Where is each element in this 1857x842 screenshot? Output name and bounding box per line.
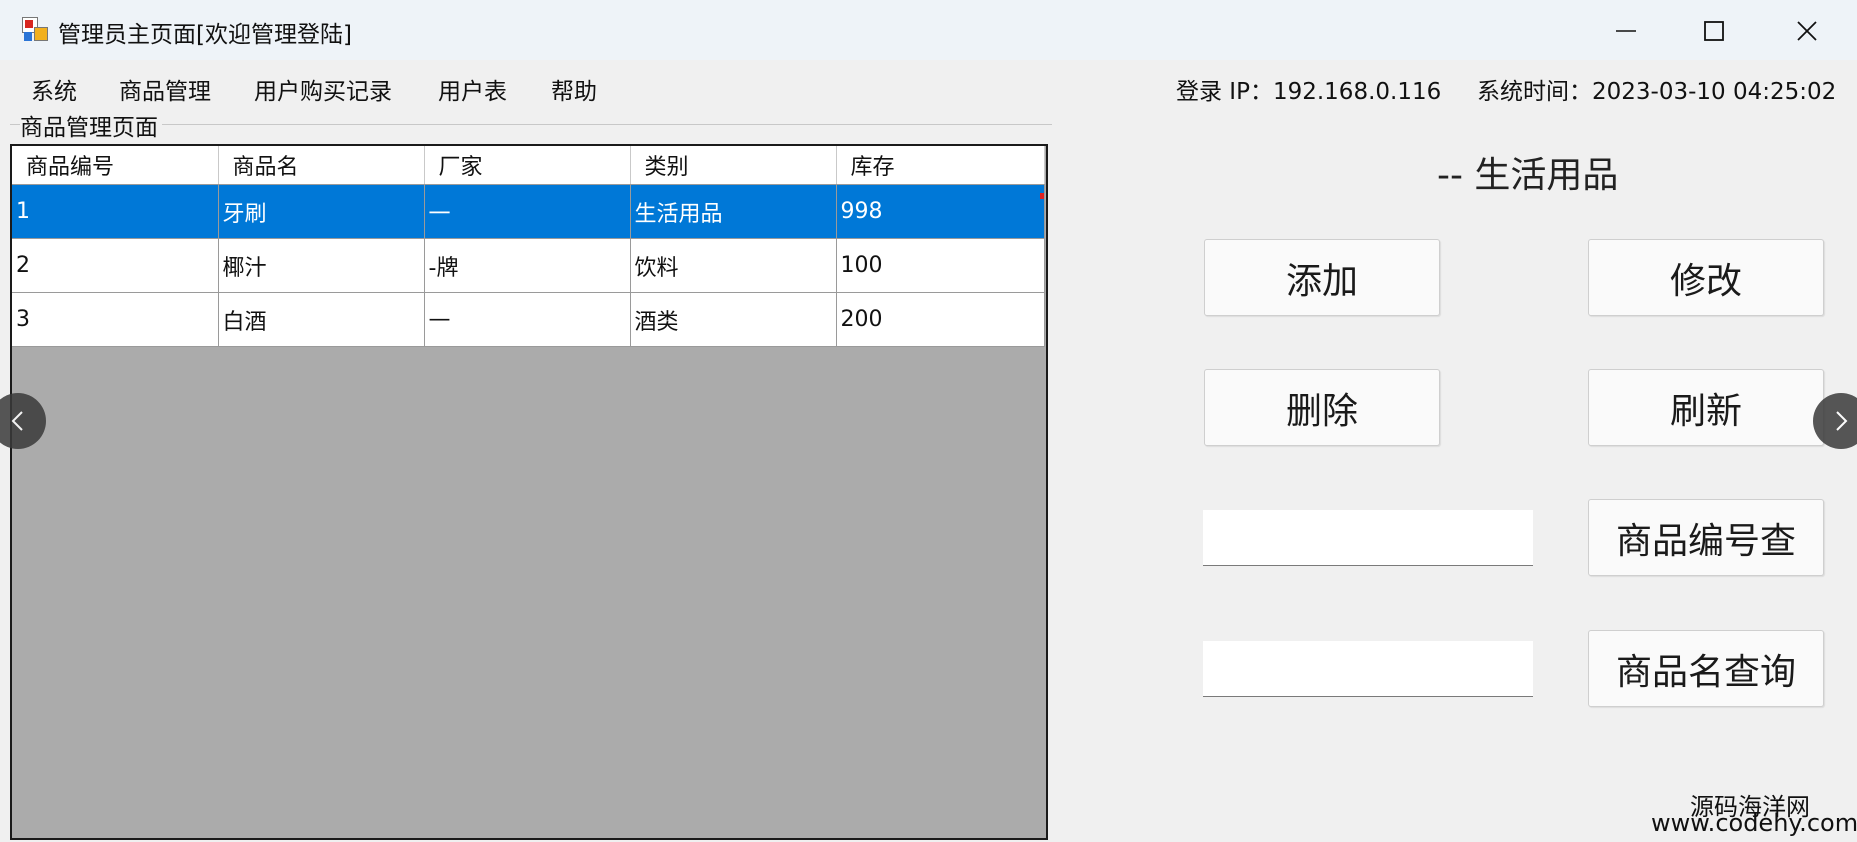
group-title: 商品管理页面 xyxy=(20,108,162,142)
table-row[interactable]: 1 牙刷 一 生活用品 998 xyxy=(12,184,1045,239)
chevron-right-icon xyxy=(1836,411,1848,431)
product-grid[interactable]: 商品编号 商品名 厂家 类别 库存 1 牙刷 一 生活用品 998 2 椰汁 -… xyxy=(10,144,1048,840)
refresh-button[interactable]: 刷新 xyxy=(1588,369,1824,446)
minimize-icon xyxy=(1616,30,1636,32)
cell-id[interactable]: 1 xyxy=(12,184,219,239)
menu-system[interactable]: 系统 xyxy=(31,72,77,106)
column-header-vendor[interactable]: 厂家 xyxy=(424,146,631,185)
column-header-id[interactable]: 商品编号 xyxy=(12,146,219,185)
column-header-stock[interactable]: 库存 xyxy=(836,146,1045,185)
cell-name[interactable]: 牙刷 xyxy=(218,184,425,239)
menu-purchase-records[interactable]: 用户购买记录 xyxy=(254,72,392,106)
app-icon xyxy=(22,17,48,43)
menu-bar: 系统 商品管理 用户购买记录 用户表 帮助 登录 IP：192.168.0.11… xyxy=(0,60,1857,114)
maximize-icon xyxy=(1704,21,1724,41)
menu-product-management[interactable]: 商品管理 xyxy=(119,72,211,106)
cell-vendor[interactable]: -牌 xyxy=(424,238,631,293)
table-row[interactable]: 2 椰汁 -牌 饮料 100 xyxy=(12,238,1045,293)
delete-button[interactable]: 删除 xyxy=(1204,369,1440,446)
close-button[interactable] xyxy=(1762,6,1852,54)
cell-stock[interactable]: 100 xyxy=(836,238,1045,293)
cell-id[interactable]: 2 xyxy=(12,238,219,293)
window-title: 管理员主页面[欢迎管理登陆] xyxy=(58,22,352,48)
row-marker xyxy=(1040,193,1044,199)
cell-name[interactable]: 白酒 xyxy=(218,292,425,347)
cell-vendor[interactable]: — xyxy=(424,292,631,347)
cell-stock[interactable]: 200 xyxy=(836,292,1045,347)
cell-vendor[interactable]: 一 xyxy=(424,184,631,239)
table-row[interactable]: 3 白酒 — 酒类 200 xyxy=(12,292,1045,347)
product-id-search-input[interactable] xyxy=(1203,510,1533,566)
menu-user-table[interactable]: 用户表 xyxy=(438,72,507,106)
watermark-url: www.codehy.com xyxy=(1651,809,1857,837)
cell-stock[interactable]: 998 xyxy=(836,184,1045,239)
close-icon xyxy=(1797,21,1817,41)
minimize-button[interactable] xyxy=(1581,6,1671,54)
cell-name[interactable]: 椰汁 xyxy=(218,238,425,293)
group-border xyxy=(10,124,1052,125)
edit-button[interactable]: 修改 xyxy=(1588,239,1824,316)
cell-category[interactable]: 饮料 xyxy=(630,238,837,293)
title-bar: 管理员主页面[欢迎管理登陆] xyxy=(0,0,1857,60)
cell-id[interactable]: 3 xyxy=(12,292,219,347)
column-header-name[interactable]: 商品名 xyxy=(218,146,425,185)
system-time-label: 系统时间：2023-03-10 04:25:02 xyxy=(1477,79,1837,105)
cell-category[interactable]: 生活用品 xyxy=(630,184,837,239)
search-by-id-button[interactable]: 商品编号查 xyxy=(1588,499,1824,576)
product-name-search-input[interactable] xyxy=(1203,641,1533,697)
search-by-name-button[interactable]: 商品名查询 xyxy=(1588,630,1824,707)
grid-header-row: 商品编号 商品名 厂家 类别 库存 xyxy=(12,146,1045,185)
category-label: -- 生活用品 xyxy=(1437,155,1619,196)
chevron-left-icon xyxy=(11,411,23,431)
cell-category[interactable]: 酒类 xyxy=(630,292,837,347)
add-button[interactable]: 添加 xyxy=(1204,239,1440,316)
login-ip-label: 登录 IP：192.168.0.116 xyxy=(1176,79,1442,105)
maximize-button[interactable] xyxy=(1669,6,1759,54)
menu-help[interactable]: 帮助 xyxy=(551,72,597,106)
column-header-category[interactable]: 类别 xyxy=(630,146,837,185)
